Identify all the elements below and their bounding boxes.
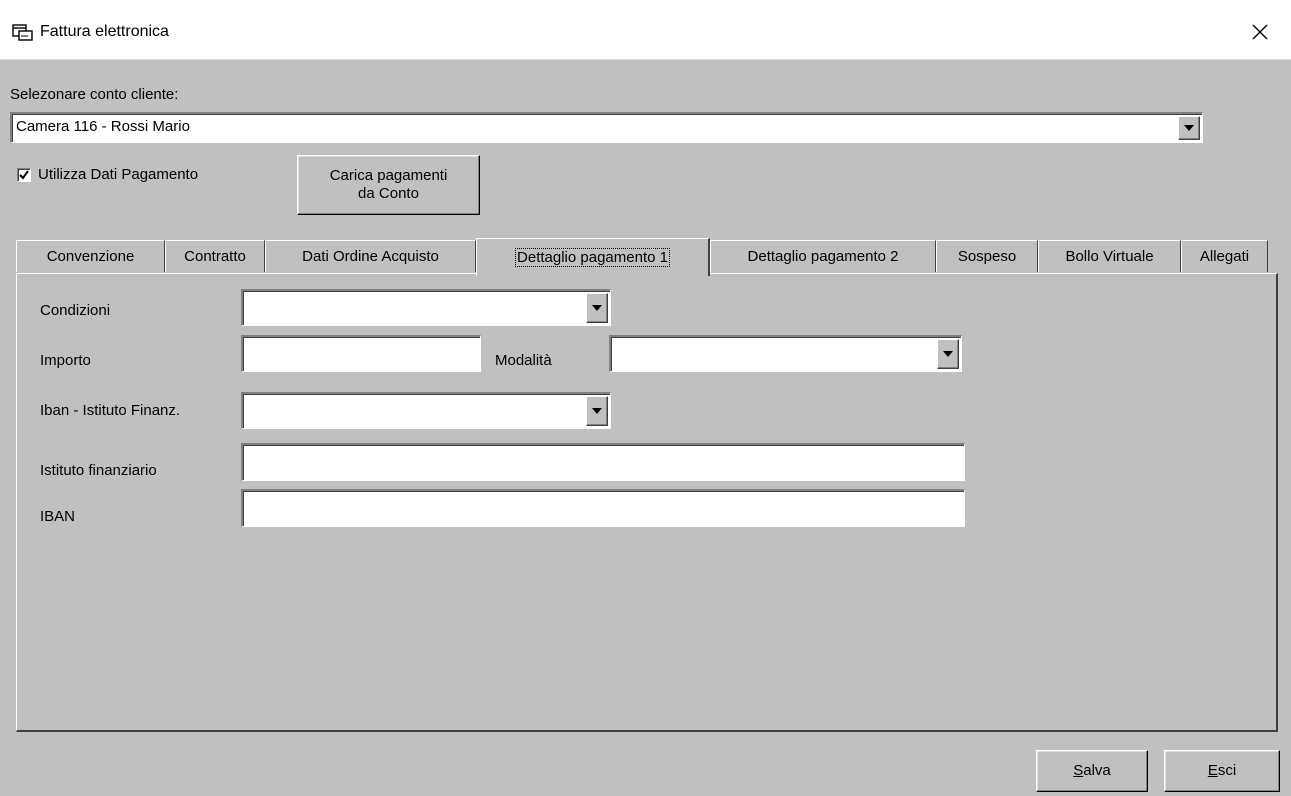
salva-label: alva	[1083, 762, 1111, 779]
close-button[interactable]	[1238, 12, 1282, 52]
tab-label: Sospeso	[957, 248, 1017, 265]
cliente-combo-value: Camera 116 - Rossi Mario	[16, 118, 190, 135]
carica-pagamenti-button[interactable]: Carica pagamenti da Conto	[297, 155, 480, 215]
tab-label: Allegati	[1199, 248, 1250, 265]
iban-field[interactable]	[241, 489, 965, 527]
tab-label: Dati Ordine Acquisto	[302, 248, 439, 265]
modalita-label: Modalità	[495, 352, 552, 369]
condizioni-combo[interactable]	[241, 289, 611, 326]
tab-bollo-virtuale[interactable]: Bollo Virtuale	[1038, 240, 1181, 272]
iban-istituto-combo[interactable]	[241, 392, 611, 429]
chevron-down-icon	[592, 305, 602, 311]
window-title: Fattura elettronica	[40, 23, 169, 40]
tab-dettaglio-pagamento-2[interactable]: Dettaglio pagamento 2	[710, 240, 936, 272]
importo-label: Importo	[40, 352, 91, 369]
utilizza-dati-pagamento-checkbox[interactable]	[17, 168, 31, 182]
istituto-finanziario-field[interactable]	[241, 443, 965, 481]
importo-field[interactable]	[241, 335, 481, 372]
tab-label: Dettaglio pagamento 2	[747, 248, 899, 265]
esci-button[interactable]: Esci	[1164, 750, 1280, 792]
cliente-combo[interactable]: Camera 116 - Rossi Mario	[10, 112, 1203, 143]
tab-label: Bollo Virtuale	[1065, 248, 1154, 265]
tab-convenzione[interactable]: Convenzione	[16, 240, 165, 272]
tab-dati-ordine-acquisto[interactable]: Dati Ordine Acquisto	[265, 240, 476, 272]
chevron-down-icon	[1184, 125, 1194, 131]
modalita-dropdown-button[interactable]	[937, 339, 959, 369]
istituto-finanziario-label: Istituto finanziario	[40, 462, 157, 479]
utilizza-dati-pagamento-label: Utilizza Dati Pagamento	[38, 166, 199, 183]
tab-label: Convenzione	[46, 248, 135, 265]
esci-accelerator: E	[1207, 762, 1218, 779]
tab-allegati[interactable]: Allegati	[1181, 240, 1268, 272]
iban-label: IBAN	[40, 508, 76, 525]
tab-sospeso[interactable]: Sospeso	[936, 240, 1038, 272]
chevron-down-icon	[943, 351, 953, 357]
condizioni-label: Condizioni	[40, 302, 111, 319]
chevron-down-icon	[592, 408, 602, 414]
checkmark-icon	[19, 170, 29, 180]
cliente-label: Selezonare conto cliente:	[10, 86, 179, 103]
tab-dettaglio-pagamento-1[interactable]: Dettaglio pagamento 1	[476, 238, 710, 276]
cliente-combo-dropdown-button[interactable]	[1178, 116, 1200, 140]
salva-accelerator: S	[1073, 762, 1084, 779]
tab-contratto[interactable]: Contratto	[165, 240, 265, 272]
iban-istituto-label: Iban - Istituto Finanz.	[40, 402, 181, 419]
esci-label: sci	[1217, 762, 1237, 779]
modalita-combo[interactable]	[609, 335, 962, 372]
condizioni-dropdown-button[interactable]	[586, 293, 608, 323]
iban-istituto-dropdown-button[interactable]	[586, 396, 608, 426]
salva-button[interactable]: Salva	[1036, 750, 1148, 792]
tab-label: Dettaglio pagamento 1	[515, 248, 670, 267]
tab-label: Contratto	[184, 248, 246, 265]
title-bar: Fattura elettronica	[0, 0, 1291, 60]
carica-pagamenti-line1: Carica pagamenti	[329, 167, 448, 184]
window-app-icon	[12, 24, 33, 41]
carica-pagamenti-line2: da Conto	[358, 185, 419, 202]
close-icon	[1252, 24, 1268, 40]
